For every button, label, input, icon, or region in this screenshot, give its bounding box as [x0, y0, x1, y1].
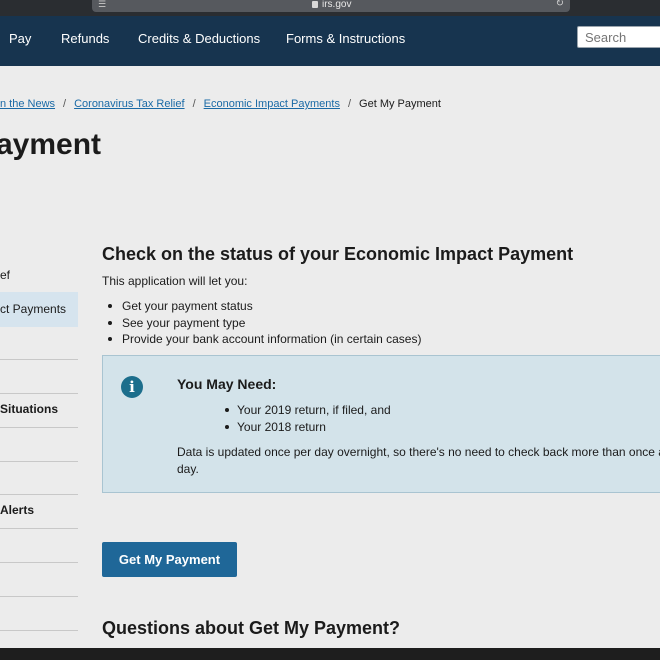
breadcrumb-current: Get My Payment [359, 98, 441, 110]
sidebar-divider [0, 528, 78, 529]
notice-box: i You May Need: Your 2019 return, if fil… [102, 355, 660, 493]
breadcrumb-link-economic-impact-payments[interactable]: Economic Impact Payments [204, 98, 340, 110]
sidebar-item-tax-relief[interactable]: ef [0, 268, 78, 286]
menu-icon[interactable]: ☰ [98, 0, 106, 10]
sidebar-divider [0, 596, 78, 597]
nav-item-pay[interactable]: Pay [9, 31, 31, 46]
notice-list: Your 2019 return, if filed, and Your 201… [225, 402, 391, 435]
sidebar-item-impact-payments[interactable]: ct Payments [0, 292, 78, 327]
sidebar-item-alerts[interactable]: Alerts [0, 503, 78, 521]
breadcrumb-separator: / [63, 98, 67, 110]
list-item: Your 2018 return [225, 419, 391, 436]
sidebar-divider [0, 630, 78, 631]
lock-icon [312, 1, 318, 8]
notice-title: You May Need: [177, 376, 277, 392]
bottom-bar [0, 648, 660, 660]
browser-chrome: ☰ irs.gov ↻ [0, 0, 660, 16]
sidebar-divider [0, 562, 78, 563]
breadcrumb-separator: / [192, 98, 196, 110]
sidebar-divider [0, 461, 78, 462]
site-navigation: Pay Refunds Credits & Deductions Forms &… [0, 16, 660, 66]
questions-heading: Questions about Get My Payment? [102, 618, 401, 638]
intro-text: This application will let you: [102, 274, 248, 288]
list-item: Provide your bank account information (i… [108, 331, 421, 348]
nav-item-refunds[interactable]: Refunds [61, 31, 109, 46]
sidebar-divider [0, 393, 78, 394]
address-url: irs.gov [322, 0, 352, 10]
sidebar-item-situations[interactable]: Situations [0, 402, 78, 420]
address-bar[interactable]: ☰ irs.gov ↻ [92, 0, 570, 12]
breadcrumb-separator: / [347, 98, 352, 110]
reload-icon[interactable]: ↻ [556, 0, 564, 9]
feature-list: Get your payment status See your payment… [108, 298, 421, 348]
notice-note: Data is updated once per day overnight, … [177, 445, 660, 476]
sidebar-divider [0, 494, 78, 495]
info-icon: i [121, 376, 143, 398]
list-item: Get your payment status [108, 298, 421, 315]
sidebar-divider [0, 359, 78, 360]
breadcrumb-link-news[interactable]: n the News [0, 98, 55, 110]
page-title: ayment [0, 128, 102, 161]
nav-item-forms-instructions[interactable]: Forms & Instructions [286, 31, 405, 46]
breadcrumb: n the News / Coronavirus Tax Relief / Econom… [0, 98, 441, 110]
breadcrumb-link-coronavirus-tax-relief[interactable]: Coronavirus Tax Relief [74, 98, 184, 110]
list-item: Your 2019 return, if filed, and [225, 402, 391, 419]
sidebar-divider [0, 427, 78, 428]
section-title: Check on the status of your Economic Imp… [102, 244, 574, 264]
nav-item-credits-deductions[interactable]: Credits & Deductions [138, 31, 260, 46]
list-item: See your payment type [108, 315, 421, 332]
search-input[interactable] [577, 26, 660, 48]
get-my-payment-button[interactable]: Get My Payment [102, 542, 237, 577]
